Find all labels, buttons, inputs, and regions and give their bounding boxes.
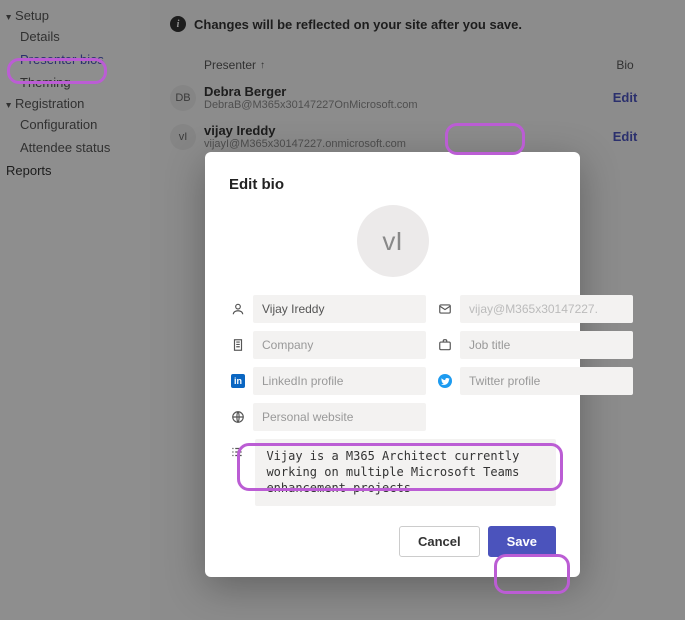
linkedin-input[interactable] (253, 367, 426, 395)
company-input[interactable] (253, 331, 426, 359)
mail-icon (436, 302, 454, 316)
twitter-input[interactable] (460, 367, 633, 395)
save-button[interactable]: Save (488, 526, 556, 557)
modal-title: Edit bio (229, 176, 556, 193)
cancel-button[interactable]: Cancel (399, 526, 480, 557)
bio-textarea[interactable]: Vijay is a M365 Architect currently work… (255, 439, 556, 506)
name-input[interactable] (253, 295, 426, 323)
email-input[interactable] (460, 295, 633, 323)
company-icon (229, 338, 247, 352)
briefcase-icon (436, 338, 454, 352)
list-icon (229, 445, 245, 459)
person-icon (229, 302, 247, 316)
website-input[interactable] (253, 403, 426, 431)
edit-bio-modal: Edit bio vI (205, 152, 580, 577)
linkedin-icon: in (229, 374, 247, 388)
jobtitle-input[interactable] (460, 331, 633, 359)
twitter-icon (436, 374, 454, 388)
globe-icon (229, 410, 247, 424)
avatar-large[interactable]: vI (357, 205, 429, 277)
